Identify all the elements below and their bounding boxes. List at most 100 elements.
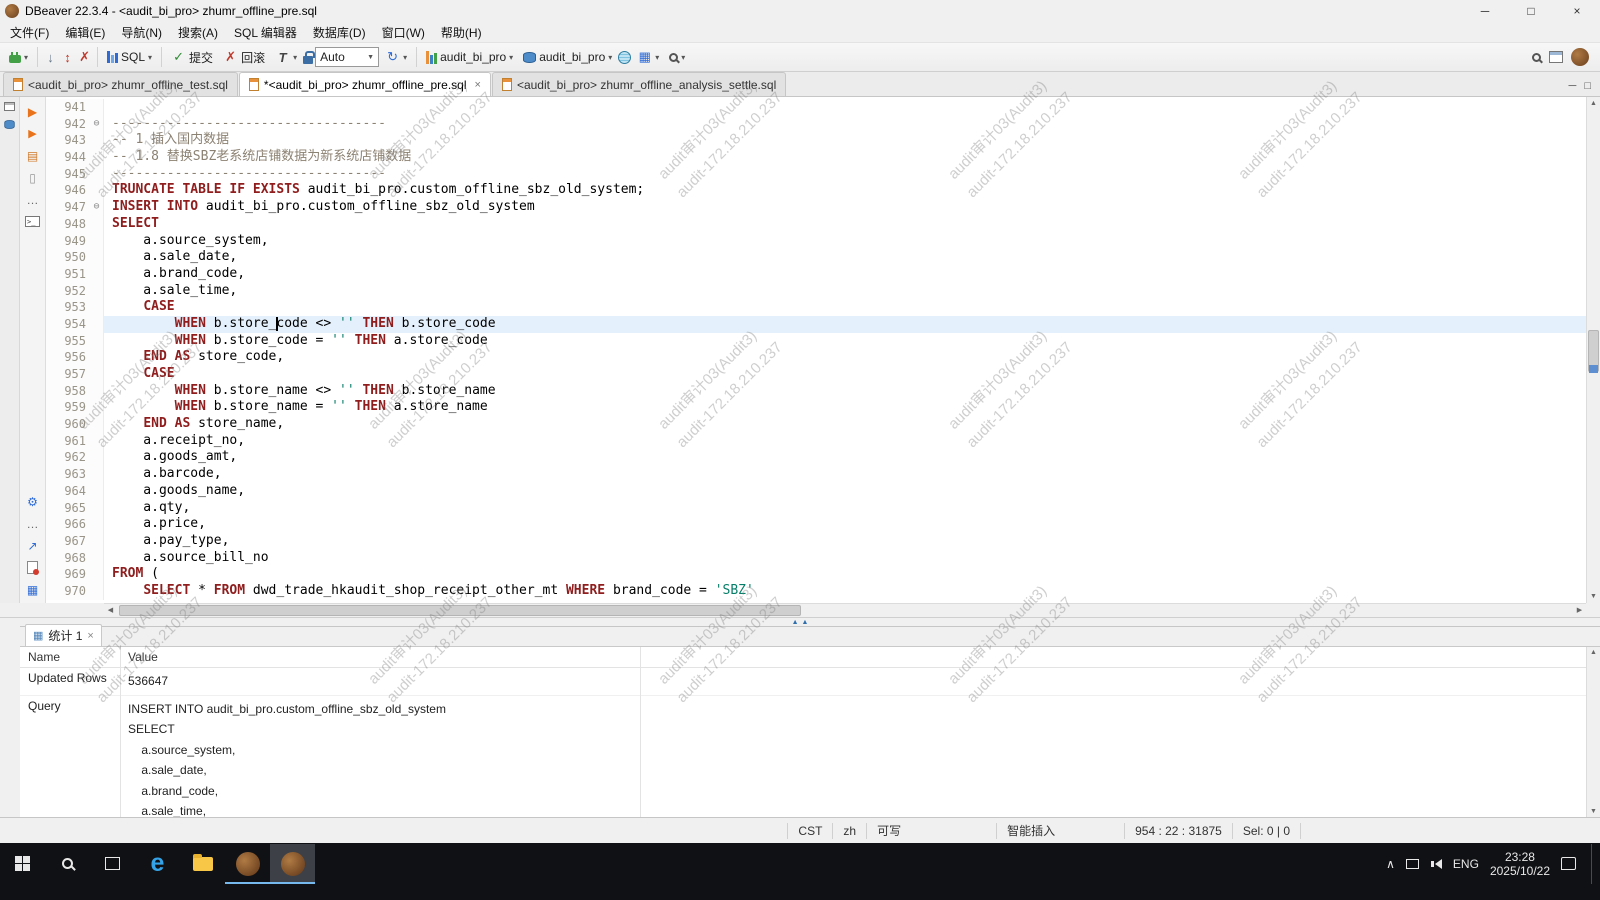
edge-button[interactable]: e [135,844,180,884]
explain-plan-icon[interactable]: ▤ [24,148,42,163]
more-actions-icon[interactable]: … [24,192,42,207]
splitter-arrow-icon[interactable]: ▲ [792,619,799,626]
stats-row-1[interactable]: Updated Rows536647 [20,668,1600,696]
execute-statement-icon[interactable]: ▶ [24,104,42,119]
database-navigator-icon[interactable] [4,120,14,129]
sql-editor[interactable]: 941942⊖---------------------------------… [46,97,1600,603]
menu-item-7[interactable]: 窗口(W) [374,22,433,43]
open-terminal-icon[interactable]: >_ [24,214,42,229]
volume-icon[interactable] [1430,859,1442,869]
code-line-968[interactable]: 968 a.source_bill_no [46,550,1586,567]
save-file-icon[interactable] [24,560,42,575]
search-button[interactable]: ▾ [665,51,689,64]
code-line-957[interactable]: 957 CASE [46,366,1586,383]
close-button[interactable]: × [1554,0,1600,22]
minimize-view-icon[interactable]: ─ [1569,80,1577,92]
editor-tab-3[interactable]: <audit_bi_pro> zhumr_offline_analysis_se… [492,72,786,96]
code-line-953[interactable]: 953 CASE [46,299,1586,316]
dbeaver-taskbar-button[interactable] [225,844,270,884]
export-data-icon[interactable]: ↗ [24,538,42,553]
code-line-967[interactable]: 967 a.pay_type, [46,533,1586,550]
device-icon[interactable] [1406,859,1419,869]
scroll-down-icon[interactable]: ▼ [1587,808,1600,815]
quick-search-icon[interactable] [1532,53,1541,62]
code-line-948[interactable]: 948SELECT [46,216,1586,233]
grid-view-icon[interactable]: ▦ [24,582,42,597]
panel-splitter[interactable]: ▲ ▲ [0,617,1600,626]
code-line-942[interactable]: 942⊖----------------------------------- [46,116,1586,133]
code-line-951[interactable]: 951 a.brand_code, [46,266,1586,283]
more-icon[interactable]: … [24,516,42,531]
code-line-969[interactable]: 969FROM ( [46,566,1586,583]
splitter-arrow-icon[interactable]: ▲ [802,619,809,626]
stats-tab-close-icon[interactable]: × [87,630,93,642]
status-insert-mode[interactable]: 智能插入 [996,823,1124,839]
fetch-down-icon[interactable]: ↓ [43,49,58,65]
taskbar-clock[interactable]: 23:28 2025/10/22 [1490,850,1550,878]
tab-close-icon[interactable]: × [475,79,481,91]
editor-vertical-scrollbar[interactable]: ▲ ▼ [1586,97,1600,603]
code-line-962[interactable]: 962 a.goods_amt, [46,449,1586,466]
refresh-button[interactable]: ↻ ▾ [381,47,411,67]
editor-tab-1[interactable]: <audit_bi_pro> zhumr_offline_test.sql [3,72,238,96]
code-line-960[interactable]: 960 END AS store_name, [46,416,1586,433]
stats-scrollbar[interactable]: ▲ ▼ [1586,647,1600,817]
menu-item-6[interactable]: 数据库(D) [305,22,374,43]
maximize-view-icon[interactable]: □ [1584,80,1591,92]
code-line-952[interactable]: 952 a.sale_time, [46,283,1586,300]
code-line-964[interactable]: 964 a.goods_name, [46,483,1586,500]
settings-gear-icon[interactable]: ⚙ [24,494,42,509]
code-line-958[interactable]: 958 WHEN b.store_name <> '' THEN b.store… [46,383,1586,400]
start-button[interactable] [0,844,45,884]
file-explorer-button[interactable] [180,844,225,884]
maximize-button[interactable]: □ [1508,0,1554,22]
restore-navigator-icon[interactable] [4,102,15,111]
filter-panel-button[interactable]: ▦ ▾ [633,47,663,67]
code-line-945[interactable]: 945----------------------------------- [46,166,1586,183]
rollback-button[interactable]: ✗ 回滚 [219,47,269,68]
dbeaver-taskbar-button-active[interactable] [270,844,315,884]
code-line-941[interactable]: 941 [46,99,1586,116]
editor-horizontal-scrollbar[interactable]: ◀ ▶ [104,603,1586,617]
lock-icon[interactable] [303,56,313,64]
scroll-right-icon[interactable]: ▶ [1573,604,1586,617]
code-line-954[interactable]: 954 WHEN b.store_code <> '' THEN b.store… [46,316,1586,333]
input-language-indicator[interactable]: ENG [1453,857,1479,871]
code-line-959[interactable]: 959 WHEN b.store_name = '' THEN a.store_… [46,399,1586,416]
menu-item-8[interactable]: 帮助(H) [433,22,490,43]
stats-column-value[interactable]: Value [120,647,640,667]
minimize-button[interactable]: ─ [1462,0,1508,22]
code-line-963[interactable]: 963 a.barcode, [46,466,1586,483]
commit-button[interactable]: ✓ 提交 [167,47,217,68]
stats-tab[interactable]: ▦ 统计 1 × [25,624,102,646]
action-center-icon[interactable] [1561,857,1576,870]
status-caret-position[interactable]: 954 : 22 : 31875 [1124,823,1232,839]
code-line-950[interactable]: 950 a.sale_date, [46,249,1586,266]
abort-icon[interactable]: ✗ [77,49,92,65]
editor-tab-2[interactable]: *<audit_bi_pro> zhumr_offline_pre.sql× [239,72,491,96]
menu-item-3[interactable]: 导航(N) [113,22,170,43]
database-select[interactable]: audit_bi_pro ▾ [422,48,517,66]
code-line-944[interactable]: 944-- 1.8 替换SBZ老系统店铺数据为新系统店铺数据 [46,149,1586,166]
fold-marker[interactable]: ⊖ [90,199,104,216]
task-view-button[interactable] [90,844,135,884]
horizontal-scroll-thumb[interactable] [119,605,801,616]
scroll-up-icon[interactable]: ▲ [1587,97,1600,110]
code-line-970[interactable]: 970 SELECT * FROM dwd_trade_hkaudit_shop… [46,583,1586,600]
code-line-947[interactable]: 947⊖INSERT INTO audit_bi_pro.custom_offl… [46,199,1586,216]
stats-column-name[interactable]: Name [20,647,120,667]
transaction-mode-button[interactable]: T ▾ [271,47,301,67]
menu-item-2[interactable]: 编辑(E) [57,22,113,43]
schema-select[interactable]: audit_bi_pro ▾ [519,48,616,66]
sql-dialect-button[interactable]: SQL ▾ [103,48,156,66]
perspective-icon[interactable] [1549,51,1563,63]
menu-item-5[interactable]: SQL 编辑器 [226,22,305,43]
stats-row-2[interactable]: QueryINSERT INTO audit_bi_pro.custom_off… [20,696,1600,818]
connection-button[interactable]: ▾ [5,50,32,65]
code-line-943[interactable]: 943-- 1 插入国内数据 [46,132,1586,149]
commit-mode-select[interactable]: Auto ▼ [315,47,379,67]
scroll-down-icon[interactable]: ▼ [1587,590,1600,603]
script-doc-icon[interactable]: ▯ [24,170,42,185]
execute-script-icon[interactable]: ▶ [24,126,42,141]
globe-icon[interactable] [618,51,631,64]
